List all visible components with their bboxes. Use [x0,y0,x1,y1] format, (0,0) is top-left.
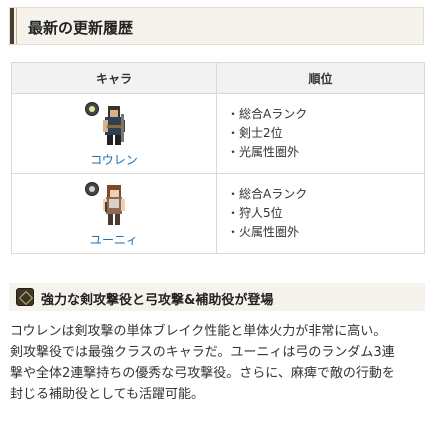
rank-job: ・剣士2位 [227,126,283,140]
highlight-title: 強力な剣攻撃役と弓攻撃&補助役が登場 [41,293,274,308]
chara-cell[interactable]: ユーニィ [11,173,217,254]
body-line: 撃や全体2連撃持ちの優秀な弓攻撃役。さらに、麻痺で敵の行動を [10,366,395,381]
character-sprite-yuni[interactable] [85,180,137,230]
rank-info-cell: ・総合Aランク ・剣士2位 ・光属性圏外 [216,93,425,174]
character-sprite-kouren[interactable] [85,100,137,150]
body-line: コウレンは剣攻撃の単体ブレイク性能と単体火力が非常に高い。 [10,324,387,339]
header-accent-line [16,8,17,44]
rank-overall: ・総合Aランク [227,107,308,121]
rank-info-cell: ・総合Aランク ・狩人5位 ・火属性圏外 [216,173,425,254]
body-line: 封じる補助役としても活躍可能。 [10,387,204,402]
highlight-header: 強力な剣攻撃役と弓攻撃&補助役が登場 [9,283,425,311]
rank-job: ・狩人5位 [227,206,283,220]
highlight-body: コウレンは剣攻撃の単体ブレイク性能と単体火力が非常に高い。 剣攻撃役では最強クラ… [10,321,428,405]
fire-element-icon [85,181,99,196]
body-line: 剣攻撃役では最強クラスのキャラだ。ユーニィは弓のランダム3連 [10,345,395,360]
rank-element: ・光属性圏外 [227,145,300,159]
header-accent-bar [10,8,14,44]
diamond-badge-icon [16,288,34,306]
character-name-link[interactable]: ユーニィ [13,231,215,248]
rank-element: ・火属性圏外 [227,225,300,239]
column-header-rank: 順位 [216,62,425,94]
character-name-link[interactable]: コウレン [13,151,215,168]
light-element-icon [85,101,99,116]
ranking-table: キャラ 順位 コウレン ・総合Aランク ・剣士2位 ・光属性圏外 ユーニィ ・総… [11,62,425,254]
table-row: ユーニィ ・総合Aランク ・狩人5位 ・火属性圏外 [11,173,425,254]
table-header-row: キャラ 順位 [11,62,425,94]
section-header: 最新の更新履歴 [9,7,424,45]
table-row: コウレン ・総合Aランク ・剣士2位 ・光属性圏外 [11,93,425,174]
rank-overall: ・総合Aランク [227,187,308,201]
chara-cell[interactable]: コウレン [11,93,217,174]
section-title: 最新の更新履歴 [28,19,134,37]
column-header-chara: キャラ [11,62,217,94]
